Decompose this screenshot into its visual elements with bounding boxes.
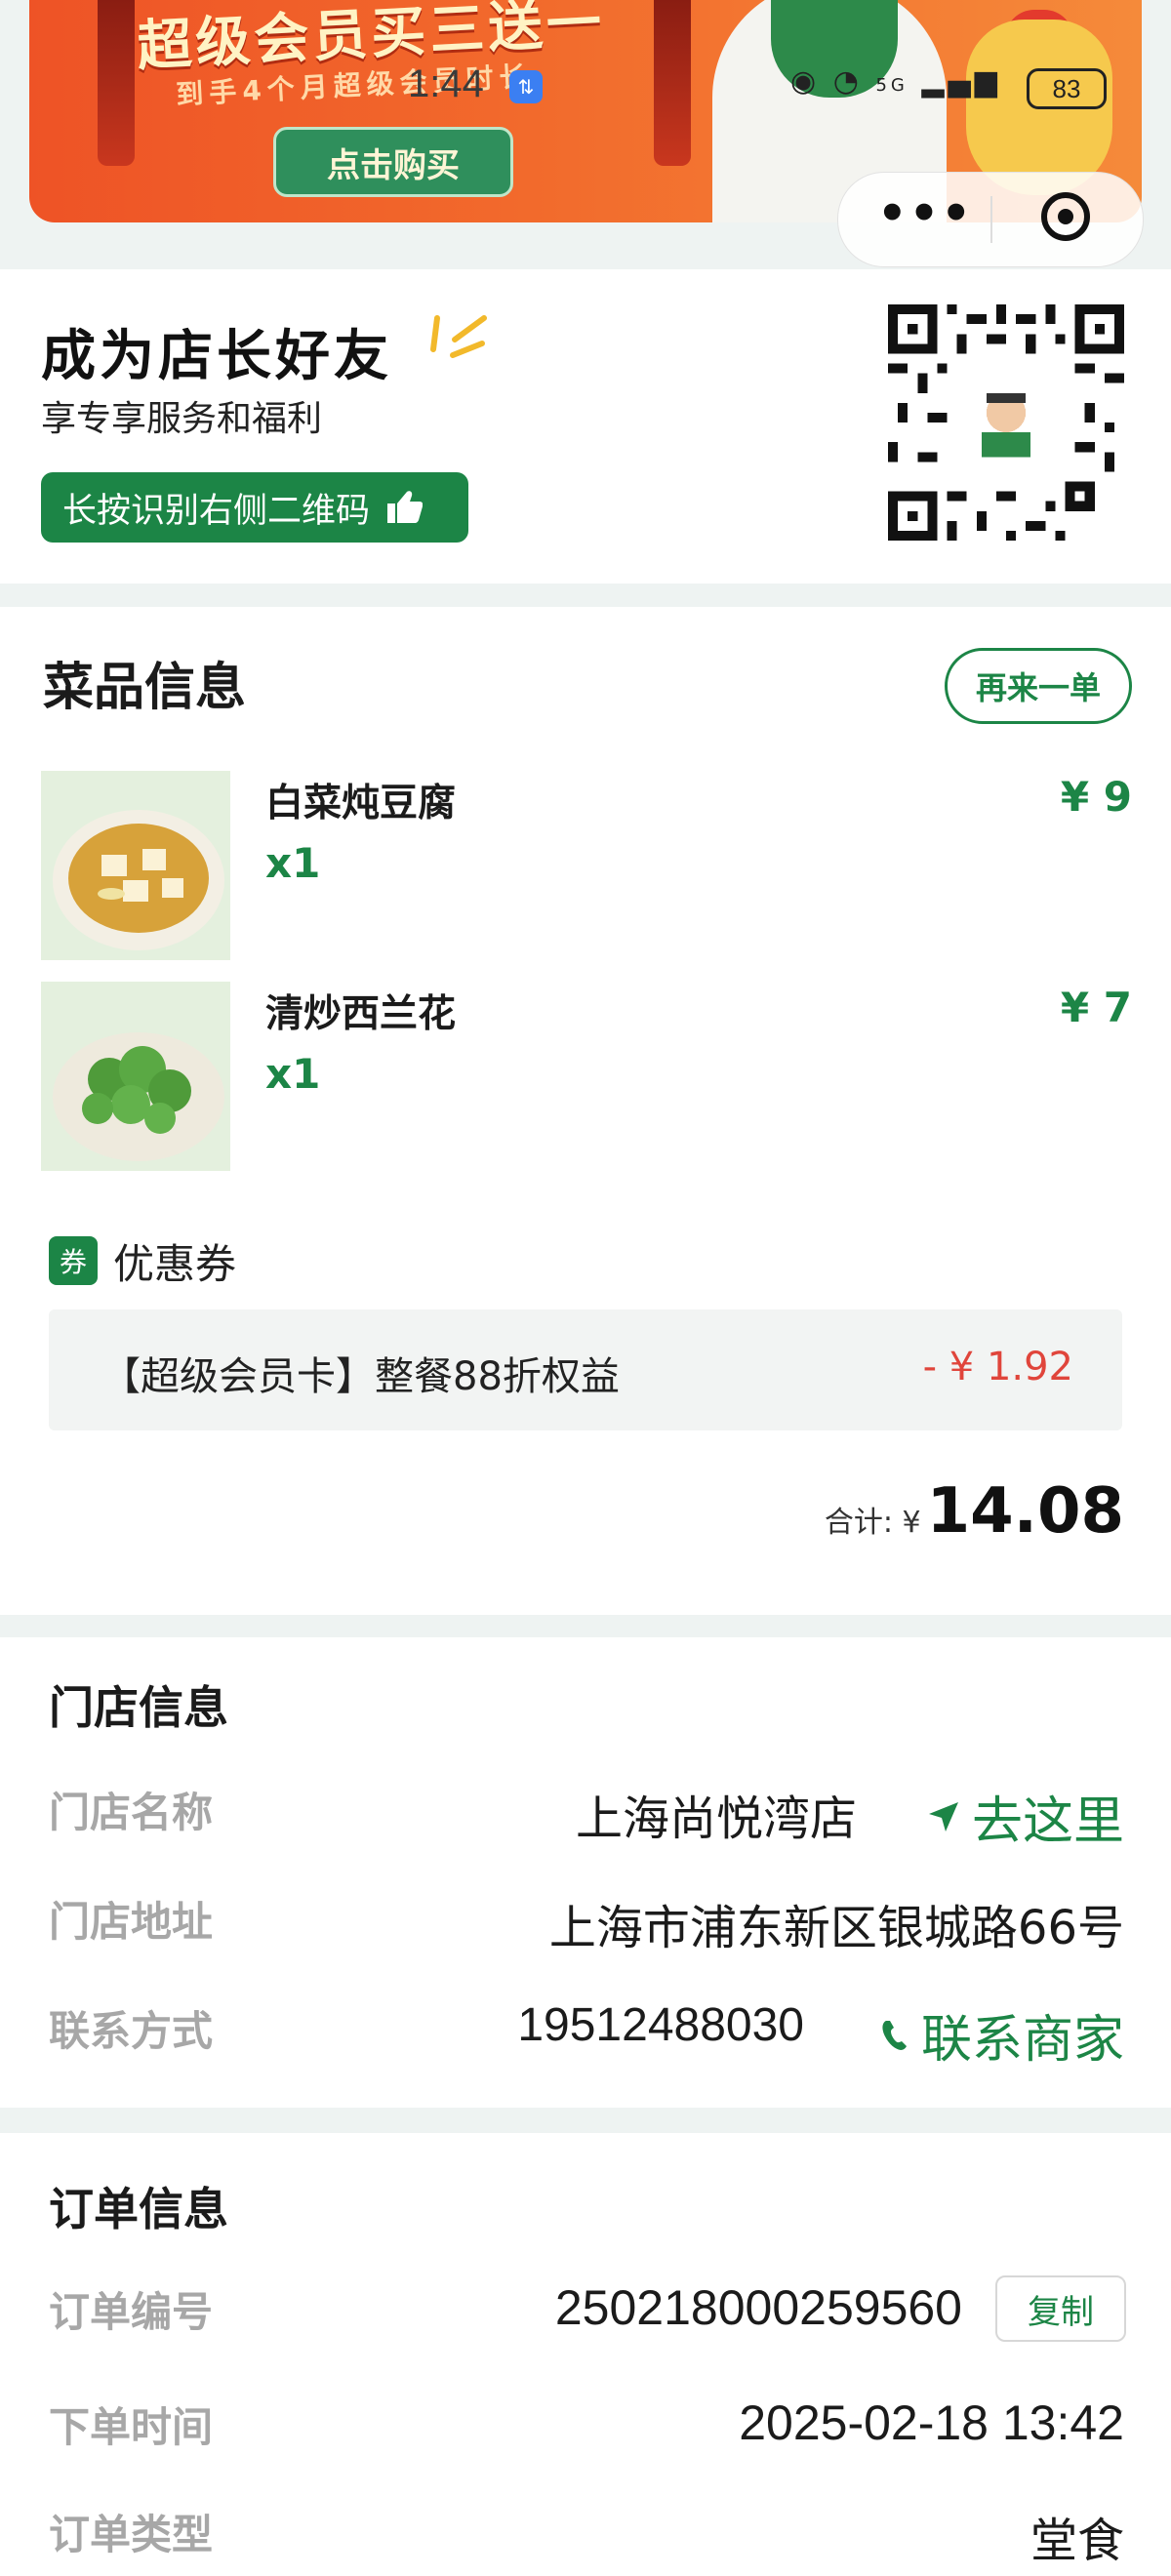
order-number-key: 订单编号	[49, 2288, 214, 2336]
contact-merchant-button[interactable]: 联系商家	[880, 1998, 1124, 2072]
navigate-label: 去这里	[971, 1792, 1124, 1851]
close-miniprogram-icon[interactable]	[1041, 192, 1090, 241]
order-number-row: 订单编号 250218000259560 复制	[0, 2275, 1171, 2342]
dish-image	[41, 771, 230, 960]
battery-icon: 83	[1027, 68, 1107, 109]
store-name-key: 门店名称	[49, 1789, 214, 1836]
store-contact-key: 联系方式	[49, 2007, 214, 2055]
order-time-row: 下单时间 2025-02-18 13:42	[0, 2395, 1171, 2453]
navigate-button[interactable]: 去这里	[927, 1780, 1124, 1853]
order-total: 合计: ¥ 14.08	[825, 1475, 1124, 1548]
scan-qr-hint-label: 长按识别右侧二维码	[62, 491, 371, 531]
qr-code-image[interactable]	[888, 304, 1124, 541]
coupon-discount: - ¥ 1.92	[922, 1345, 1073, 1389]
coupon-row: 【超级会员卡】整餐88折权益 - ¥ 1.92	[49, 1309, 1122, 1430]
thumbs-pointing-icon	[387, 491, 424, 523]
order-info-card: 订单信息 订单编号 250218000259560 复制 下单时间 2025-0…	[0, 2133, 1171, 2576]
network-label: 5G	[875, 75, 909, 96]
order-type-value: 堂食	[1030, 2514, 1124, 2568]
broccoli-dish-image	[41, 982, 230, 1171]
dish-row[interactable]: 清炒西兰花 x1 ¥ 7	[0, 982, 1171, 1173]
order-section-title: 订单信息	[49, 2183, 228, 2235]
phone-icon	[882, 2020, 907, 2050]
contact-merchant-label: 联系商家	[920, 2011, 1124, 2070]
coupon-header: 券 优惠券	[49, 1231, 236, 1290]
dish-name: 白菜炖豆腐	[265, 782, 457, 825]
reorder-button[interactable]: 再来一单	[945, 648, 1132, 724]
eye-icon: ◉	[790, 64, 821, 99]
dish-price: ¥ 7	[1060, 984, 1132, 1031]
order-time-key: 下单时间	[49, 2403, 214, 2451]
friend-subtitle: 享专享服务和福利	[41, 399, 323, 439]
banner-scroll-decoration	[98, 0, 135, 166]
miniprogram-capsule: •••	[837, 172, 1144, 267]
coupon-label: 优惠券	[113, 1239, 237, 1288]
dish-info-card: 菜品信息 再来一单 白菜炖豆腐 x1 ¥ 9 清炒西兰花 x1 ¥ 7 券 优惠…	[0, 607, 1171, 1615]
sync-badge-icon: ⇅	[509, 70, 543, 103]
total-label: 合计: ¥	[824, 1506, 921, 1540]
store-contact-row: 联系方式 19512488030 联系商家	[0, 1998, 1171, 2070]
total-value: 14.08	[926, 1475, 1124, 1548]
order-number-value: 250218000259560	[554, 2280, 962, 2335]
buy-button[interactable]: 点击购买	[273, 127, 513, 197]
dish-quantity: x1	[265, 839, 321, 887]
coupon-tag-icon: 券	[49, 1236, 98, 1285]
store-section-title: 门店信息	[49, 1681, 228, 1734]
dish-row[interactable]: 白菜炖豆腐 x1 ¥ 9	[0, 771, 1171, 962]
status-time: 1:44	[408, 62, 484, 105]
dish-quantity: x1	[265, 1050, 321, 1098]
order-type-key: 订单类型	[49, 2511, 214, 2558]
cabbage-tofu-dish-image	[41, 771, 230, 960]
store-manager-friend-card: 成为店长好友 享专享服务和福利 长按识别右侧二维码	[0, 269, 1171, 584]
store-info-card: 门店信息 门店名称 上海尚悦湾店 去这里 门店地址 上海市浦东新区银城路66号 …	[0, 1637, 1171, 2108]
order-type-row: 订单类型 堂食	[0, 2502, 1171, 2568]
store-phone-value: 19512488030	[517, 1999, 804, 2051]
more-menu-icon[interactable]: •••	[877, 190, 973, 237]
store-address-row: 门店地址 上海市浦东新区银城路66号	[0, 1889, 1171, 1955]
capsule-divider	[990, 196, 992, 243]
alarm-icon: ◔	[832, 64, 863, 99]
scan-qr-hint-button[interactable]: 长按识别右侧二维码	[41, 472, 468, 543]
navigation-arrow-icon	[928, 1801, 958, 1831]
order-time-value: 2025-02-18 13:42	[739, 2395, 1124, 2450]
store-name-value: 上海尚悦湾店	[575, 1791, 857, 1846]
status-icons: ◉ ◔ 5G ▂▄▆	[790, 64, 1001, 99]
coupon-name: 【超级会员卡】整餐88折权益	[101, 1354, 620, 1399]
copy-order-number-button[interactable]: 复制	[995, 2275, 1126, 2342]
friend-title: 成为店长好友	[41, 325, 392, 388]
dish-section-title: 菜品信息	[43, 659, 247, 717]
sparkle-icon	[430, 315, 487, 358]
signal-icon: ▂▄▆	[921, 64, 1001, 99]
store-name-row: 门店名称 上海尚悦湾店 去这里	[0, 1780, 1171, 1851]
store-address-key: 门店地址	[49, 1898, 214, 1946]
dish-price: ¥ 9	[1060, 773, 1132, 821]
store-address-value: 上海市浦东新区银城路66号	[548, 1901, 1124, 1955]
dish-image	[41, 982, 230, 1171]
dish-name: 清炒西兰花	[265, 992, 457, 1036]
